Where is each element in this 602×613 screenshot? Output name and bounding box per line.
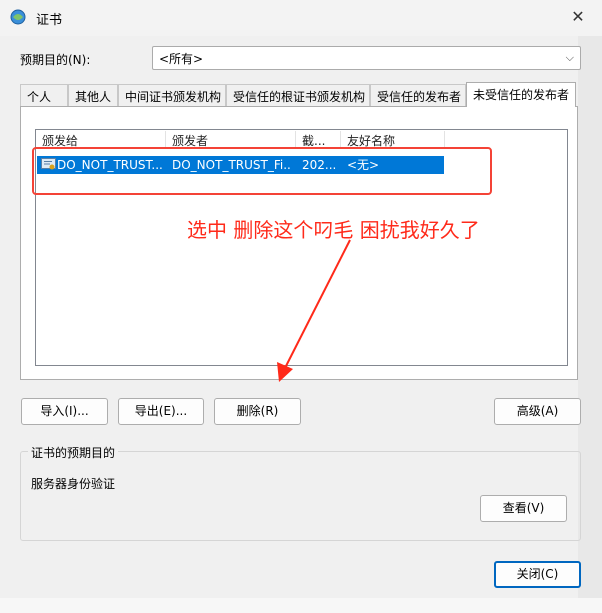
import-button[interactable]: 导入(I)... <box>21 398 108 425</box>
chevron-down-icon: ⌵ <box>565 51 574 64</box>
tab-other-people[interactable]: 其他人 <box>68 84 118 106</box>
certificate-purposes-value: 服务器身份验证 <box>31 477 116 491</box>
advanced-button[interactable]: 高级(A) <box>494 398 581 425</box>
tab-intermediate-ca[interactable]: 中间证书颁发机构 <box>118 84 226 106</box>
tab-trusted-root-ca[interactable]: 受信任的根证书颁发机构 <box>226 84 370 106</box>
certificate-app-icon <box>10 9 26 25</box>
window-title: 证书 <box>36 13 63 28</box>
tab-untrusted-publishers[interactable]: 未受信任的发布者 <box>466 82 576 107</box>
annotation-arrow-icon <box>277 239 351 382</box>
certificate-purposes-title: 证书的预期目的 <box>28 444 119 461</box>
remove-button[interactable]: 删除(R) <box>214 398 301 425</box>
title-bar <box>0 0 602 36</box>
purpose-dropdown-value: <所有> <box>159 52 204 66</box>
close-window-icon[interactable]: ✕ <box>566 6 590 28</box>
close-button[interactable]: 关闭(C) <box>494 561 581 588</box>
view-button[interactable]: 查看(V) <box>480 495 567 522</box>
tab-trusted-publishers[interactable]: 受信任的发布者 <box>370 84 466 106</box>
export-button[interactable]: 导出(E)... <box>118 398 204 425</box>
purpose-dropdown[interactable]: <所有> ⌵ <box>152 46 581 70</box>
tab-personal[interactable]: 个人 <box>20 84 68 106</box>
annotation-highlight-box <box>32 147 492 195</box>
purpose-label: 预期目的(N): <box>20 53 91 67</box>
bottom-strip <box>0 598 602 613</box>
background-window-edge <box>578 0 602 613</box>
